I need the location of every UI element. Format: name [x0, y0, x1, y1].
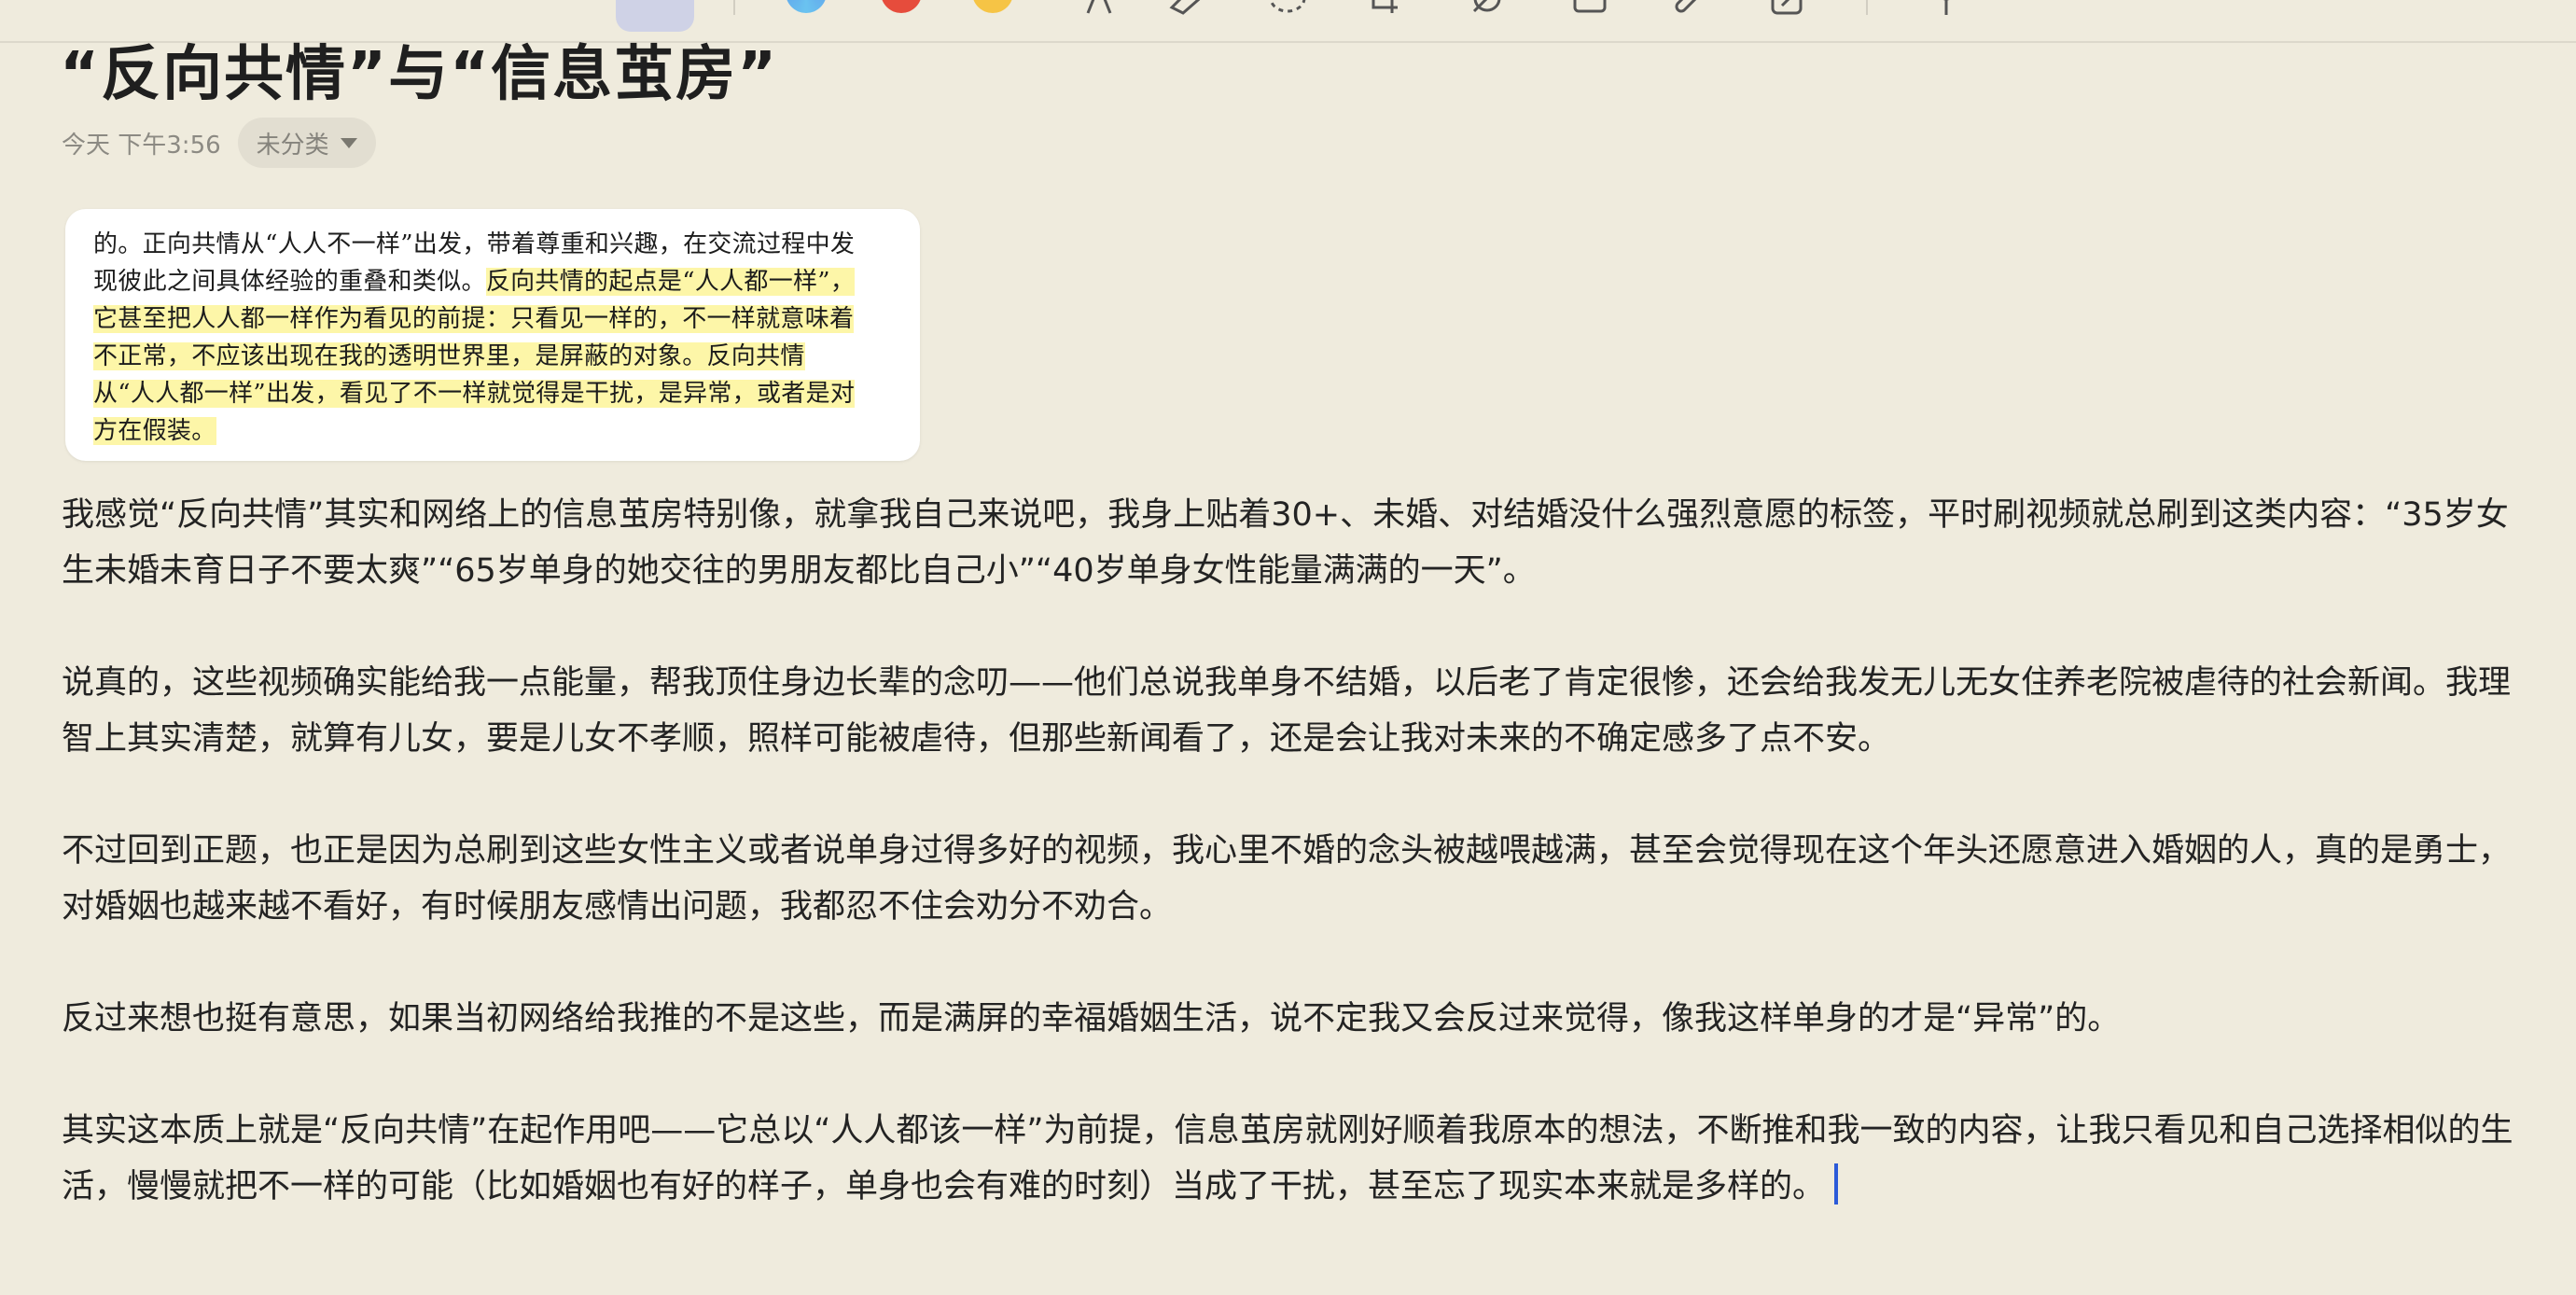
pin-icon[interactable] [1928, 0, 1965, 17]
quote-line: 从“人人都一样”出发，看见了不一样就觉得是干扰，是异常，或者是对 [93, 375, 896, 412]
quote-image-card[interactable]: 的。正向共情从“人人不一样”出发，带着尊重和兴趣，在交流过程中发 现彼此之间具体… [65, 209, 920, 461]
body-paragraph[interactable]: 不过回到正题，也正是因为总刷到这些女性主义或者说单身过得多好的视频，我心里不婚的… [62, 823, 2525, 935]
pen-icon[interactable] [1082, 0, 1116, 17]
highlighted-text: 方在假装。 [93, 417, 216, 445]
timestamp: 今天 下午3:56 [62, 131, 221, 160]
quote-line: 方在假装。 [93, 412, 896, 450]
quote-text: 的。正向共情从“人人不一样”出发，带着尊重和兴趣，在交流过程中发 现彼此之间具体… [93, 226, 896, 450]
highlighted-text: 它甚至把人人都一样作为看见的前提：只看见一样的，不一样就意味着 [93, 305, 855, 333]
category-dropdown[interactable]: 未分类 [237, 118, 376, 168]
quote-line: 不正常，不应该出现在我的透明世界里，是屏蔽的对象。反向共情 [93, 338, 896, 375]
crop-icon[interactable] [1364, 0, 1401, 17]
body-paragraph-text: 其实这本质上就是“反向共情”在起作用吧——它总以“人人都该一样”为前提，信息茧房… [62, 1112, 2513, 1205]
highlighted-text: 从“人人都一样”出发，看见了不一样就觉得是干扰，是异常，或者是对 [93, 380, 856, 408]
quote-line: 现彼此之间具体经验的重叠和类似。反向共情的起点是“人人都一样”， [93, 263, 896, 300]
edit-icon[interactable] [1769, 0, 1806, 17]
color-yellow-icon[interactable] [972, 0, 1013, 13]
text-cursor [1834, 1163, 1839, 1204]
attach-icon[interactable] [1666, 0, 1704, 17]
toolbar-divider [1866, 0, 1868, 15]
quote-line: 它甚至把人人都一样作为看见的前提：只看见一样的，不一样就意味着 [93, 300, 896, 338]
note-body[interactable]: 我感觉“反向共情”其实和网络上的信息茧房特别像，就拿我自己来说吧，我身上贴着30… [62, 487, 2525, 1271]
note-meta: 今天 下午3:56 未分类 [62, 118, 376, 168]
body-paragraph[interactable]: 说真的，这些视频确实能给我一点能量，帮我顶住身边长辈的念叨——他们总说我单身不结… [62, 655, 2525, 767]
quote-segment: 现彼此之间具体经验的重叠和类似。 [93, 268, 486, 296]
eraser-icon[interactable] [1166, 0, 1204, 17]
color-red-icon[interactable] [881, 0, 922, 13]
category-label: 未分类 [256, 131, 329, 160]
lasso-icon[interactable] [1267, 0, 1308, 17]
color-blue-icon[interactable] [786, 0, 827, 13]
caret-down-icon [340, 137, 357, 148]
body-paragraph-last[interactable]: 其实这本质上就是“反向共情”在起作用吧——它总以“人人都该一样”为前提，信息茧房… [62, 1103, 2525, 1215]
image-icon[interactable] [1571, 0, 1608, 17]
highlighted-text: 反向共情的起点是“人人都一样”， [485, 268, 856, 296]
shape-icon[interactable] [1469, 0, 1506, 17]
quote-line: 的。正向共情从“人人不一样”出发，带着尊重和兴趣，在交流过程中发 [93, 230, 856, 258]
body-paragraph[interactable]: 我感觉“反向共情”其实和网络上的信息茧房特别像，就拿我自己来说吧，我身上贴着30… [62, 487, 2525, 599]
note-title[interactable]: “反向共情”与“信息茧房” [60, 26, 778, 112]
body-paragraph[interactable]: 反过来想也挺有意思，如果当初网络给我推的不是这些，而是满屏的幸福婚姻生活，说不定… [62, 991, 2525, 1047]
highlighted-text: 不正常，不应该出现在我的透明世界里，是屏蔽的对象。反向共情 [93, 342, 805, 370]
toolbar-divider [733, 0, 735, 15]
